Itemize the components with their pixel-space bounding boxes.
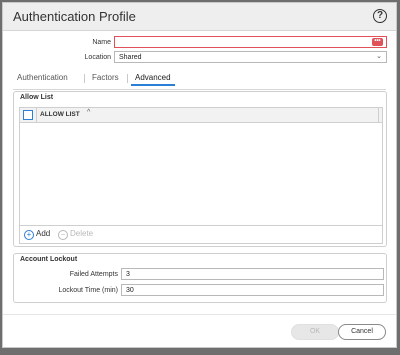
help-icon[interactable]: ? — [373, 9, 387, 23]
lockout-time-input[interactable]: 30 — [121, 284, 384, 296]
lockout-time-label: Lockout Time (min) — [58, 287, 118, 294]
location-label: Location — [84, 54, 111, 61]
column-divider — [378, 108, 379, 122]
tab-separator — [84, 74, 85, 83]
ok-button[interactable]: OK — [291, 324, 339, 340]
tab-separator — [127, 74, 128, 83]
error-icon: ••• — [372, 38, 383, 46]
sort-ascending-icon[interactable]: ^ — [87, 109, 90, 116]
account-lockout-section: Account Lockout Failed Attempts 3 Lockou… — [13, 253, 387, 303]
grid-header: ALLOW LIST ^ — [20, 108, 382, 123]
add-button[interactable]: + Add — [24, 229, 50, 240]
allow-list-column-header[interactable]: ALLOW LIST — [40, 111, 80, 118]
allow-list-legend: Allow List — [20, 94, 54, 101]
tab-authentication[interactable]: Authentication — [13, 71, 72, 84]
cancel-button[interactable]: Cancel — [338, 324, 386, 340]
allow-list-grid: ALLOW LIST ^ + Add − Delete — [19, 107, 383, 244]
dialog-footer: OK Cancel — [3, 314, 396, 347]
chevron-down-icon: ⌄ — [376, 53, 382, 60]
tab-factors[interactable]: Factors — [88, 71, 123, 84]
delete-label: Delete — [70, 229, 94, 238]
lockout-time-value: 30 — [126, 287, 134, 294]
dialog-titlebar: Authentication Profile ? — [3, 3, 396, 31]
dialog-title: Authentication Profile — [13, 9, 136, 24]
column-divider — [36, 108, 37, 122]
name-input[interactable]: ••• — [114, 36, 387, 48]
grid-toolbar: + Add − Delete — [20, 225, 382, 243]
select-all-checkbox[interactable] — [23, 110, 33, 120]
allow-list-section: Allow List ALLOW LIST ^ + Add − Delete — [13, 91, 387, 247]
delete-button[interactable]: − Delete — [58, 229, 93, 240]
tab-advanced[interactable]: Advanced — [131, 71, 175, 86]
plus-icon: + — [24, 230, 34, 240]
location-select[interactable]: Shared ⌄ — [114, 51, 387, 63]
name-label: Name — [92, 39, 111, 46]
tab-bar: Authentication Factors Advanced — [13, 71, 386, 90]
location-value: Shared — [119, 54, 142, 61]
minus-icon: − — [58, 230, 68, 240]
failed-attempts-value: 3 — [126, 271, 130, 278]
failed-attempts-label: Failed Attempts — [69, 271, 118, 278]
add-label: Add — [36, 229, 51, 238]
authentication-profile-dialog: Authentication Profile ? Name ••• Locati… — [2, 2, 397, 348]
failed-attempts-input[interactable]: 3 — [121, 268, 384, 280]
account-lockout-legend: Account Lockout — [20, 256, 78, 263]
